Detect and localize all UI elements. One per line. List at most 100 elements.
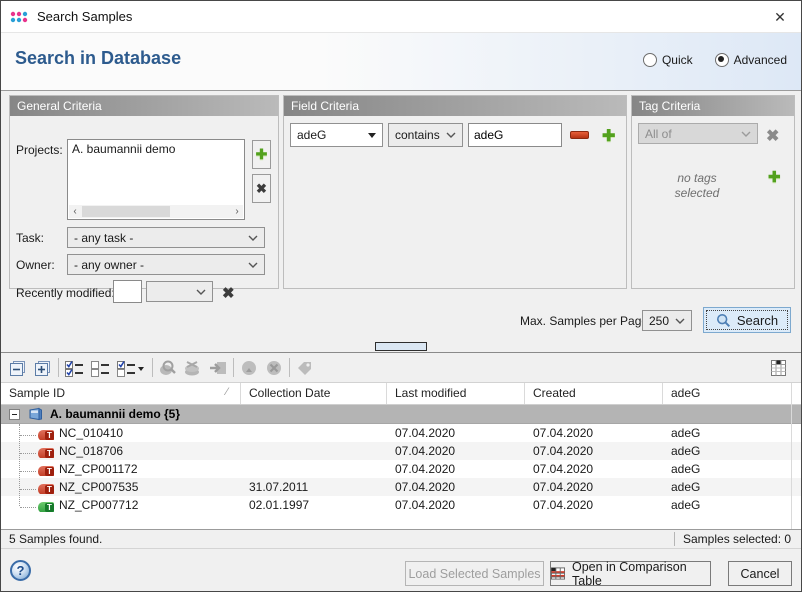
collapse-expander-icon[interactable]	[9, 409, 20, 420]
table-row[interactable]: TNC_018706 07.04.2020 07.04.2020 adeG	[1, 442, 801, 460]
splitter-handle[interactable]	[375, 342, 427, 351]
chevron-down-icon	[741, 131, 751, 137]
add-project-button[interactable]: ✚	[252, 140, 271, 169]
column-header-last-modified[interactable]: Last modified	[387, 383, 525, 404]
task-label: Task:	[16, 231, 44, 245]
table-row[interactable]: TNZ_CP007535 31.07.2011 07.04.2020 07.04…	[1, 478, 801, 496]
add-criterion-icon[interactable]: ✚	[602, 126, 615, 146]
project-item[interactable]: A. baumannii demo	[68, 140, 244, 158]
operator-value: contains	[395, 128, 440, 142]
radio-quick[interactable]: Quick	[643, 53, 693, 67]
open-comparison-table-button[interactable]: Open in Comparison Table	[550, 561, 711, 586]
group-row[interactable]: A. baumannii demo {5}	[1, 405, 801, 424]
field-value-input[interactable]	[468, 123, 562, 147]
add-tag-icon[interactable]: ✚	[768, 168, 781, 186]
search-button[interactable]: Search	[703, 307, 791, 333]
sort-indicator-icon: ⁄	[226, 386, 228, 398]
recently-modified-unit-dropdown[interactable]	[146, 281, 213, 302]
remove-criterion-icon[interactable]	[570, 131, 589, 139]
column-config-icon[interactable]	[767, 357, 789, 379]
reload-icon-disabled[interactable]	[238, 357, 260, 379]
field-select-dropdown[interactable]: adeG	[290, 123, 383, 147]
import-icon-disabled[interactable]	[207, 357, 229, 379]
remove-icon-disabled[interactable]	[263, 357, 285, 379]
chevron-down-icon	[248, 262, 258, 268]
tag-criteria-body: All of ✖ no tags selected ✚	[632, 116, 794, 287]
cell-last-modified: 07.04.2020	[387, 462, 525, 476]
radio-advanced[interactable]: Advanced	[715, 53, 787, 67]
sample-status-icon: T	[38, 430, 54, 440]
cell-sample-id: NC_010410	[59, 426, 123, 440]
task-dropdown[interactable]: - any task -	[67, 227, 265, 248]
tag-criteria-panel: Tag Criteria All of ✖ no tags selected ✚	[631, 95, 795, 289]
cell-last-modified: 07.04.2020	[387, 498, 525, 512]
cell-adeG: adeG	[663, 498, 791, 512]
no-tags-text: no tags selected	[632, 171, 762, 201]
expand-all-icon[interactable]	[32, 357, 54, 379]
max-samples-label: Max. Samples per Page:	[520, 314, 651, 328]
general-criteria-panel: General Criteria Projects: A. baumannii …	[9, 95, 279, 289]
field-criteria-body: adeG contains ✚	[284, 116, 626, 287]
operator-dropdown[interactable]: contains	[388, 123, 463, 147]
scroll-left-icon[interactable]: ‹	[69, 205, 81, 218]
cell-sample-id: NZ_CP007535	[59, 480, 138, 494]
basket-icon-disabled[interactable]	[182, 357, 204, 379]
tags-icon-disabled[interactable]	[294, 357, 316, 379]
owner-dropdown[interactable]: - any owner -	[67, 254, 265, 275]
cell-created: 07.04.2020	[525, 462, 663, 476]
column-header-created[interactable]: Created	[525, 383, 663, 404]
recently-modified-input[interactable]	[113, 280, 142, 303]
sample-status-icon: T	[38, 484, 54, 494]
clear-recently-modified-icon[interactable]: ✖	[222, 284, 235, 302]
tag-match-value: All of	[645, 127, 672, 141]
table-row[interactable]: TNZ_CP001172 07.04.2020 07.04.2020 adeG	[1, 460, 801, 478]
sample-status-icon: T	[38, 448, 54, 458]
group-label: A. baumannii demo {5}	[50, 407, 180, 421]
close-icon[interactable]: ✕	[771, 8, 789, 26]
samples-selected: Samples selected: 0	[675, 532, 801, 546]
load-selected-samples-button[interactable]: Load Selected Samples	[405, 561, 544, 586]
cell-created: 07.04.2020	[525, 498, 663, 512]
table-row[interactable]: TNC_010410 07.04.2020 07.04.2020 adeG	[1, 424, 801, 442]
max-samples-dropdown[interactable]: 250	[642, 310, 692, 331]
title-bar: Search Samples ✕	[1, 1, 801, 33]
clear-tags-icon[interactable]: ✖	[766, 126, 779, 146]
table-row[interactable]: TNZ_CP007712 02.01.1997 07.04.2020 07.04…	[1, 496, 801, 514]
sample-status-icon: T	[38, 466, 54, 476]
cell-last-modified: 07.04.2020	[387, 480, 525, 494]
table-header-row: Sample ID⁄ Collection Date Last modified…	[1, 383, 801, 405]
radio-advanced-dot[interactable]	[715, 53, 729, 67]
remove-icon: ✖	[256, 181, 267, 197]
column-header-adeG[interactable]: adeG	[663, 383, 791, 404]
help-icon[interactable]: ?	[10, 560, 31, 581]
app-logo-icon	[10, 9, 28, 25]
remove-project-button[interactable]: ✖	[252, 174, 271, 203]
projects-hscrollbar[interactable]: ‹ ›	[69, 205, 243, 218]
scroll-right-icon[interactable]: ›	[231, 205, 243, 218]
projects-listbox[interactable]: A. baumannii demo ‹ ›	[67, 139, 245, 220]
collapse-all-icon[interactable]	[7, 357, 29, 379]
scroll-thumb[interactable]	[82, 206, 170, 217]
uncheck-all-icon[interactable]	[89, 357, 111, 379]
cancel-button[interactable]: Cancel	[728, 561, 792, 586]
cell-sample-id: NZ_CP007712	[59, 498, 138, 512]
cell-created: 07.04.2020	[525, 480, 663, 494]
radio-quick-dot[interactable]	[643, 53, 657, 67]
column-header-sample-id[interactable]: Sample ID⁄	[1, 383, 241, 404]
tree-line	[19, 424, 21, 506]
page-title: Search in Database	[15, 48, 181, 69]
check-menu-icon[interactable]	[115, 357, 147, 379]
find-samples-icon-disabled[interactable]	[157, 357, 179, 379]
chevron-down-icon	[196, 289, 206, 295]
project-icon	[28, 407, 43, 421]
check-all-icon[interactable]	[63, 357, 85, 379]
general-criteria-header: General Criteria	[10, 96, 278, 116]
window-title: Search Samples	[37, 9, 132, 24]
tag-match-dropdown[interactable]: All of	[638, 123, 758, 144]
chevron-down-icon	[446, 132, 456, 138]
search-button-label: Search	[737, 313, 778, 328]
radio-quick-label: Quick	[662, 53, 693, 67]
owner-label: Owner:	[16, 258, 55, 272]
column-header-collection-date[interactable]: Collection Date	[241, 383, 387, 404]
field-criteria-panel: Field Criteria adeG contains ✚	[283, 95, 627, 289]
